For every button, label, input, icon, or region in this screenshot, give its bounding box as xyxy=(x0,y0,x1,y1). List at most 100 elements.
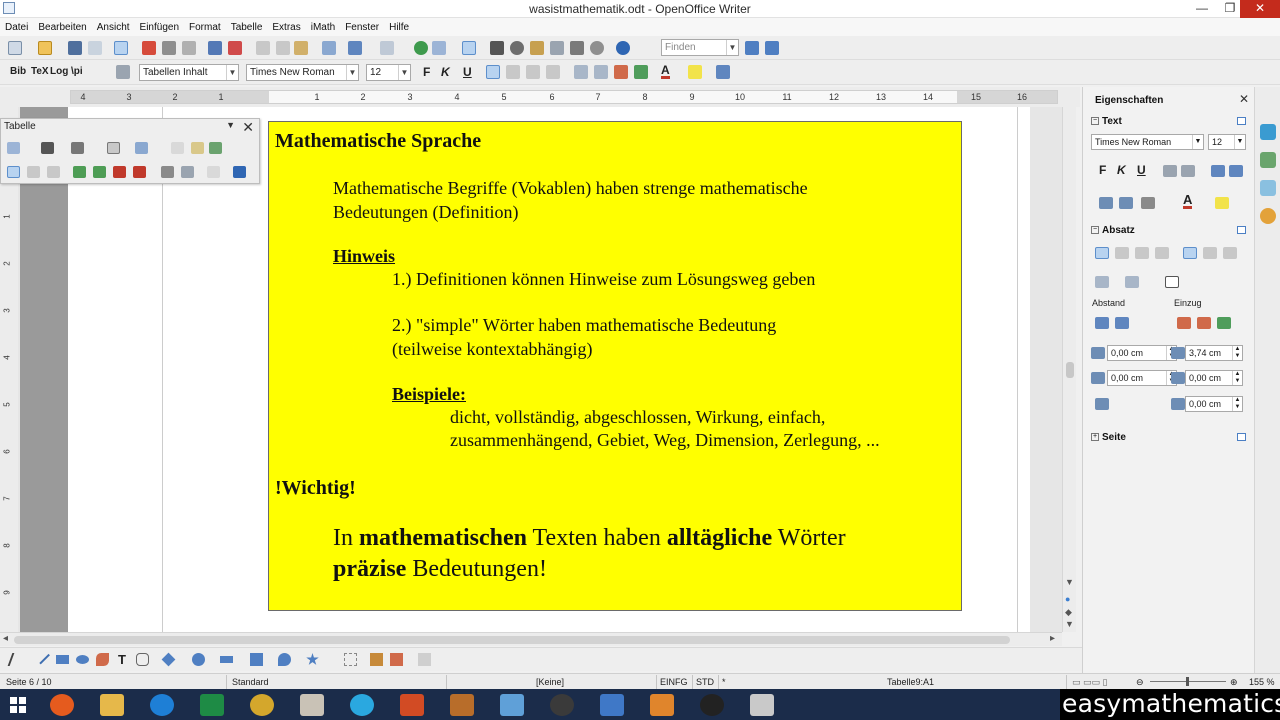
chevron-down-icon[interactable]: ▼ xyxy=(226,65,238,80)
spacing-above-field[interactable]: 0,00 cm ▲▼ xyxy=(1107,345,1177,361)
help-icon[interactable] xyxy=(616,41,630,55)
vertical-ruler[interactable]: 1 2 3 4 5 6 7 8 9 xyxy=(0,107,18,632)
underline-button[interactable]: U xyxy=(463,65,472,79)
imath-log-button[interactable]: Log xyxy=(50,66,68,77)
paint-tool-icon[interactable] xyxy=(300,694,324,716)
shadow-icon[interactable] xyxy=(1181,165,1195,177)
menu-extras[interactable]: Extras xyxy=(267,22,305,33)
delete-columns-icon[interactable] xyxy=(133,166,146,178)
find-replace-icon[interactable] xyxy=(490,41,504,55)
find-next-icon[interactable] xyxy=(745,41,759,55)
decrease-spacing-icon[interactable] xyxy=(1115,317,1129,329)
next-page-icon[interactable]: ▼ xyxy=(1065,619,1074,629)
navigation-icon[interactable]: ◆ xyxy=(1065,607,1072,618)
table-toolbar-close-icon[interactable]: ✕ xyxy=(242,119,254,136)
autoformat-icon[interactable] xyxy=(209,142,222,154)
status-zoom[interactable]: 155 % xyxy=(1249,677,1275,687)
menu-hilfe[interactable]: Hilfe xyxy=(384,22,414,33)
find-previous-icon[interactable] xyxy=(765,41,779,55)
sidebar-align-right-icon[interactable] xyxy=(1135,247,1149,259)
open-folder-icon[interactable] xyxy=(38,41,52,55)
sidebar-valign-middle-icon[interactable] xyxy=(1203,247,1217,259)
more-options-icon[interactable] xyxy=(1237,117,1246,125)
sidebar-highlighting-icon[interactable] xyxy=(1215,197,1229,209)
decrease-indent-icon[interactable] xyxy=(614,65,628,79)
sidebar-decrease-indent-icon[interactable] xyxy=(1177,317,1191,329)
clone-formatting-icon[interactable] xyxy=(322,41,336,55)
menu-tabelle[interactable]: Tabelle xyxy=(226,22,268,33)
menu-ansicht[interactable]: Ansicht xyxy=(92,22,135,33)
table-floating-toolbar[interactable]: Tabelle ▼ ✕ xyxy=(0,118,260,184)
merge-cells-icon[interactable] xyxy=(171,142,184,154)
hyperlink-icon[interactable] xyxy=(414,41,428,55)
more-options-icon[interactable] xyxy=(1237,433,1246,441)
view-layout-icon[interactable]: ▭ ▭▭ ▯ xyxy=(1072,677,1107,688)
internet-explorer-icon[interactable] xyxy=(150,694,174,716)
sort-icon[interactable] xyxy=(207,166,220,178)
show-draw-functions-icon[interactable] xyxy=(462,41,476,55)
menu-bearbeiten[interactable]: Bearbeiten xyxy=(33,22,91,33)
line-style-icon[interactable] xyxy=(41,142,54,154)
vertical-scroll-thumb[interactable] xyxy=(1066,362,1074,378)
email-icon[interactable] xyxy=(88,41,102,55)
chevron-down-icon[interactable]: ▼ xyxy=(726,40,738,55)
section-page-header[interactable]: + Seite xyxy=(1091,432,1126,443)
highlighting-icon[interactable] xyxy=(688,65,702,79)
zoom-in-icon[interactable]: ⊕ xyxy=(1230,677,1238,688)
extrusion-icon[interactable] xyxy=(418,653,431,666)
windows-start-icon[interactable] xyxy=(10,697,26,713)
indent-first-line-field[interactable]: 0,00 cm ▲ ▼ xyxy=(1185,396,1243,412)
zoom-icon[interactable] xyxy=(590,41,604,55)
chrome-icon[interactable] xyxy=(250,694,274,716)
collapse-icon[interactable]: − xyxy=(1091,226,1099,235)
menu-format[interactable]: Format xyxy=(184,22,226,33)
chevron-down-icon[interactable]: ▼ xyxy=(1192,135,1203,149)
insert-rows-icon[interactable] xyxy=(73,166,86,178)
callouts-icon[interactable] xyxy=(278,653,291,666)
italic-button[interactable]: K xyxy=(441,65,450,79)
table-properties-icon[interactable] xyxy=(181,166,194,178)
align-middle-icon[interactable] xyxy=(27,166,40,178)
properties-tab-icon[interactable] xyxy=(1260,124,1276,140)
font-color-button[interactable]: A xyxy=(661,64,670,79)
sidebar-align-center-icon[interactable] xyxy=(1115,247,1129,259)
sidebar-align-justify-icon[interactable] xyxy=(1155,247,1169,259)
sidebar-italic-button[interactable]: K xyxy=(1117,163,1126,177)
paragraph-style-select[interactable]: Tabellen Inhalt ▼ xyxy=(139,64,239,81)
status-selection-mode[interactable]: STD xyxy=(696,677,714,687)
chevron-down-icon[interactable]: ▼ xyxy=(1234,135,1245,149)
navigator-tab-icon[interactable] xyxy=(1260,208,1276,224)
points-icon[interactable] xyxy=(344,653,357,666)
select-table-icon[interactable] xyxy=(161,166,174,178)
sum-icon[interactable] xyxy=(233,166,246,178)
increase-spacing-icon[interactable] xyxy=(1095,317,1109,329)
minimize-button[interactable]: — xyxy=(1188,0,1216,18)
cell-background-icon[interactable] xyxy=(135,142,148,154)
navigator-icon[interactable] xyxy=(510,41,524,55)
spin-arrows-icon[interactable]: ▲▼ xyxy=(1232,371,1242,385)
table-insert-icon[interactable] xyxy=(7,142,20,154)
sidebar-valign-bottom-icon[interactable] xyxy=(1223,247,1237,259)
imath-tex-button[interactable]: TeX xyxy=(31,66,49,77)
chevron-down-icon[interactable]: ▼ xyxy=(398,65,410,80)
export-pdf-icon[interactable] xyxy=(142,41,156,55)
table-cell-a1[interactable]: Mathematische Sprache Mathematische Begr… xyxy=(268,121,962,611)
find-input[interactable]: Finden ▼ xyxy=(661,39,739,56)
menu-einfuegen[interactable]: Einfügen xyxy=(135,22,184,33)
more-options-icon[interactable] xyxy=(1237,226,1246,234)
menu-imath[interactable]: iMath xyxy=(306,22,340,33)
status-page[interactable]: Seite 6 / 10 xyxy=(6,677,52,687)
scroll-down-icon[interactable]: ▼ xyxy=(1065,577,1074,587)
font-size-select[interactable]: 12 ▼ xyxy=(366,64,411,81)
resolve-app-icon[interactable] xyxy=(550,694,574,716)
align-left-icon[interactable] xyxy=(486,65,500,79)
freeform-tool-icon[interactable] xyxy=(96,653,109,666)
page-preview-icon[interactable] xyxy=(182,41,196,55)
increase-indent-icon[interactable] xyxy=(634,65,648,79)
symbol-shapes-icon[interactable] xyxy=(192,653,205,666)
ellipse-tool-icon[interactable] xyxy=(76,655,89,664)
indent-after-field[interactable]: 0,00 cm ▲ ▼ xyxy=(1185,370,1243,386)
block-arrows-icon[interactable] xyxy=(220,656,233,663)
align-right-icon[interactable] xyxy=(526,65,540,79)
obs-icon[interactable] xyxy=(700,694,724,716)
